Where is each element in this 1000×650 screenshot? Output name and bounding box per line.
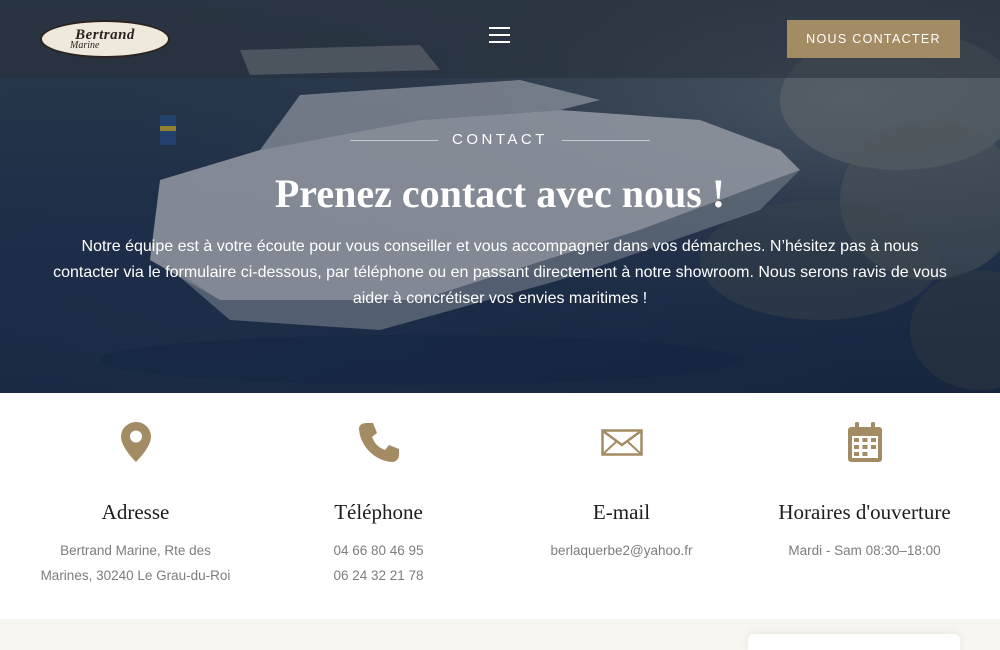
eyebrow-text: CONTACT (452, 131, 548, 148)
email-title: E-mail (592, 500, 651, 524)
hours-text: Mardi - Sam 08:30–18:00 (743, 538, 986, 563)
phone-line1[interactable]: 04 66 80 46 95 (257, 538, 500, 563)
hero-description: Notre équipe est à votre écoute pour vou… (53, 238, 947, 307)
hours-block: Horaires d'ouverture Mardi - Sam 08:30–1… (743, 393, 986, 619)
site-header: Bertrand Marine NOUS CONTACTER (0, 0, 1000, 78)
map-pin-icon (120, 422, 151, 462)
phone-icon (358, 423, 399, 462)
logo-subtitle: Marine (70, 40, 100, 51)
hours-line1: Mardi - Sam 08:30–18:00 (788, 543, 941, 558)
hero-eyebrow: CONTACT (0, 131, 1000, 151)
logo-title: Bertrand (75, 27, 135, 43)
hours-title: Horaires d'ouverture (778, 500, 951, 524)
phone-text: 04 66 80 46 95 06 24 32 21 78 (257, 538, 500, 588)
phone-title: Téléphone (334, 500, 423, 524)
contact-us-button[interactable]: NOUS CONTACTER (787, 20, 960, 58)
envelope-icon (600, 429, 643, 456)
address-text: Bertrand Marine, Rte des Marines, 30240 … (14, 538, 257, 588)
phone-block: Téléphone 04 66 80 46 95 06 24 32 21 78 (257, 393, 500, 619)
phone-line2[interactable]: 06 24 32 21 78 (257, 563, 500, 588)
address-title: Adresse (101, 500, 170, 524)
next-section-card (748, 634, 960, 650)
address-line2: Marines, 30240 Le Grau-du-Roi (40, 568, 231, 583)
email-block: E-mail berlaquerbe2@yahoo.fr (500, 393, 743, 619)
page-title: Prenez contact avec nous ! (274, 171, 726, 216)
hamburger-menu-icon[interactable] (489, 27, 511, 45)
contact-info-section: Adresse Bertrand Marine, Rte des Marines… (0, 393, 1000, 619)
calendar-icon (847, 422, 882, 462)
address-line1: Bertrand Marine, Rte des (60, 543, 211, 558)
site-logo[interactable]: Bertrand Marine (40, 20, 170, 58)
email-text: berlaquerbe2@yahoo.fr (500, 538, 743, 563)
address-block: Adresse Bertrand Marine, Rte des Marines… (14, 393, 257, 619)
email-address[interactable]: berlaquerbe2@yahoo.fr (500, 538, 743, 563)
